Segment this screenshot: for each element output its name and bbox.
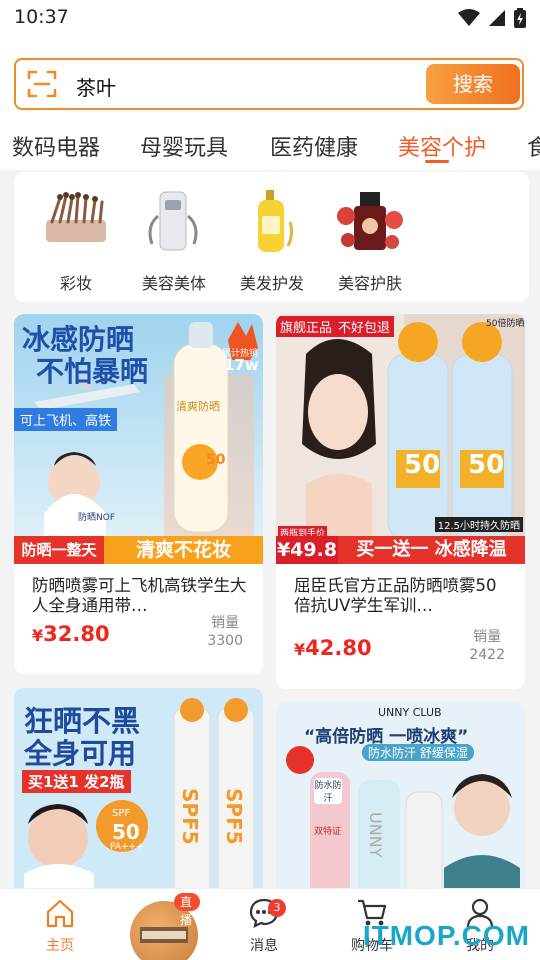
battery-icon (514, 8, 526, 28)
live-badge: 直播 (174, 893, 200, 927)
product-image[interactable]: UNNY CLUB “高倍防晒 一喷冰爽” 防水防汗 舒缓保湿 防水防汗 双特证… (276, 702, 525, 898)
search-query[interactable]: 茶叶 (76, 72, 116, 101)
spf-label: SPF (112, 808, 131, 819)
price-value: 32.80 (43, 622, 110, 646)
bottle-label: SPF5 (222, 788, 246, 845)
sold-count: 17w (224, 356, 259, 374)
tab-digital[interactable]: 数码电器 (12, 130, 100, 162)
scan-icon[interactable] (26, 68, 58, 100)
image-headline: 全身可用 (24, 737, 137, 770)
price-symbol: ¥ (294, 640, 306, 659)
product-card[interactable]: 狂晒不黑 全身可用 买1送1 发2瓶 SPF 50 PA+++ SPF5 SPF… (14, 688, 263, 898)
brand-label: UNNY CLUB (378, 706, 442, 719)
tab-baby-toys[interactable]: 母婴玩具 (140, 130, 228, 162)
image-tag: 旗舰正品 (276, 316, 337, 337)
product-image[interactable]: 狂晒不黑 全身可用 买1送1 发2瓶 SPF 50 PA+++ SPF5 SPF… (14, 688, 263, 898)
spf-value: 50 (112, 820, 140, 844)
bottle-label: UNNY (366, 812, 385, 858)
product-image[interactable]: 旗舰正品 不好包退 50倍防晒 50 50 12.5小时持久防晒 两瓶到手价 ¥… (276, 314, 525, 564)
image-sub: 防水防汗 舒缓保湿 (362, 744, 474, 761)
product-card[interactable]: 冰感防晒 不怕暴晒 累计热销 17w 可上飞机、高铁 防晒NOF 清爽防晒 50… (14, 314, 263, 674)
search-button[interactable]: 搜索 (426, 64, 520, 104)
price-symbol: ¥ (32, 626, 44, 645)
promo-tag: 买1送1 发2瓶 (22, 770, 131, 793)
shampoo-bottle-icon (258, 190, 294, 252)
status-icons (458, 8, 526, 28)
wifi-icon (458, 9, 480, 26)
subcategory-card: 彩妆 美容美体 美发护发 美容护肤 (14, 172, 529, 302)
tab-health[interactable]: 医药健康 (270, 130, 358, 162)
image-tag: 防水防汗 (314, 778, 342, 804)
subcategory-skincare[interactable]: 美容护肤 (320, 186, 420, 294)
subcategory-label: 美容美体 (141, 274, 206, 293)
home-icon (46, 899, 74, 928)
essential-oil-icon (337, 192, 403, 250)
price-value: 42.80 (305, 636, 372, 660)
sales-label: 销量 (211, 615, 240, 631)
duration-tag: 12.5小时持久防晒 (434, 517, 523, 532)
bottle-label: SPF5 (178, 788, 202, 845)
subcategory-label: 美发护发 (239, 274, 304, 293)
image-tag: 双特证 (314, 827, 342, 837)
search-input[interactable]: 茶叶 搜索 (14, 58, 524, 110)
subcategory-body[interactable]: 美容美体 (124, 186, 224, 294)
product-sales: 销量 3300 (207, 614, 243, 650)
search-bar: 茶叶 搜索 (0, 40, 540, 124)
image-headline: 不怕暴晒 (36, 355, 149, 388)
travel-tag: 可上飞机、高铁 (14, 408, 118, 431)
subcategory-label: 美容护肤 (337, 274, 402, 293)
image-tag: 不好包退 (334, 316, 395, 337)
product-price: ¥32.80 (32, 622, 110, 646)
product-image[interactable]: 冰感防晒 不怕暴晒 累计热销 17w 可上飞机、高铁 防晒NOF 清爽防晒 50… (14, 314, 263, 564)
subcategory-makeup[interactable]: 彩妆 (26, 186, 126, 294)
brand-label: 防晒NOF (78, 513, 115, 523)
product-card[interactable]: 旗舰正品 不好包退 50倍防晒 50 50 12.5小时持久防晒 两瓶到手价 ¥… (276, 314, 525, 689)
nav-messages[interactable]: 3 消息 (224, 897, 304, 955)
product-price: ¥42.80 (294, 636, 372, 660)
spf-label: 50 (468, 450, 505, 480)
watermark: ITMOP.COM (362, 920, 530, 951)
tab-food[interactable]: 食 (527, 130, 540, 162)
spf-label: 50 (404, 450, 441, 480)
category-tabs: 数码电器 母婴玩具 医药健康 美容个护 食 (0, 124, 540, 170)
bottle-label: 清爽防晒 (176, 400, 220, 413)
sales-label: 销量 (473, 629, 502, 645)
signal-icon (489, 10, 505, 26)
banner-right: 清爽不花妆 (104, 536, 263, 564)
nav-label: 主页 (46, 938, 74, 954)
subcategory-label: 彩妆 (59, 274, 92, 293)
product-card[interactable]: UNNY CLUB “高倍防晒 一喷冰爽” 防水防汗 舒缓保湿 防水防汗 双特证… (276, 702, 525, 898)
beauty-device-icon (148, 191, 198, 251)
pa-label: PA+++ (110, 842, 144, 852)
product-title[interactable]: 防晒喷雾可上飞机高铁学生大人全身通用带… (14, 564, 263, 618)
status-time: 10:37 (14, 6, 69, 28)
nav-label: 消息 (250, 938, 278, 954)
banner-left: 防晒一整天 (14, 536, 104, 564)
sales-value: 2422 (469, 647, 505, 663)
sales-value: 3300 (207, 633, 243, 649)
product-title[interactable]: 屈臣氏官方正品防晒喷雾50倍抗UV学生军训… (276, 564, 525, 618)
nav-live[interactable]: 直播 (130, 893, 200, 960)
banner-bottom: 买一送一 冰感降温 (338, 536, 525, 564)
price-tag-value: ¥49.8 (276, 536, 338, 564)
spf-label: 50 (206, 452, 226, 468)
brush-set-icon (46, 192, 106, 242)
tab-beauty[interactable]: 美容个护 (398, 130, 486, 162)
corner-label: 50倍防晒 (486, 319, 525, 329)
product-sales: 销量 2422 (469, 628, 505, 664)
nav-home[interactable]: 主页 (20, 897, 100, 955)
status-bar: 10:37 (0, 0, 540, 40)
subcategory-hair[interactable]: 美发护发 (222, 186, 322, 294)
active-tab-indicator (425, 160, 449, 163)
message-badge: 3 (268, 899, 286, 917)
